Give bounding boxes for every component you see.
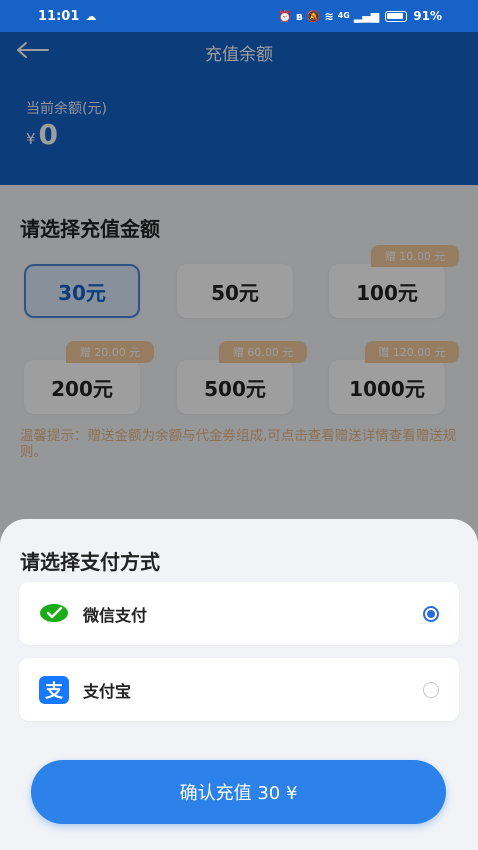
battery-percent: 91%	[413, 9, 442, 23]
status-bar: 11:01 ☁ ⏰ ʙ 🔕 ≋ 4G ▂▄▆ 91%	[0, 0, 478, 32]
payment-method-sheet: 请选择支付方式 微信支付 支 支付宝 确认充值 30 ¥	[0, 519, 478, 850]
alipay-icon: 支	[39, 675, 69, 705]
radio-selected[interactable]	[423, 605, 439, 622]
payment-option-label: 支付宝	[83, 681, 132, 701]
wechat-pay-icon	[39, 599, 69, 629]
battery-icon	[385, 10, 408, 22]
svg-text:支: 支	[44, 680, 64, 702]
wifi-icon: ≋	[324, 9, 334, 23]
payment-option-label: 微信支付	[83, 605, 148, 625]
confirm-recharge-button[interactable]: 确认充值 30 ¥	[31, 760, 446, 824]
status-time: 11:01	[38, 8, 80, 24]
payment-sheet-title: 请选择支付方式	[20, 550, 160, 574]
alarm-icon: ⏰	[278, 9, 292, 23]
radio-unselected[interactable]	[423, 681, 439, 698]
network-type-label: 4G	[337, 11, 350, 20]
chat-bubble-icon: ☁	[85, 9, 97, 23]
bluetooth-icon: ʙ	[295, 9, 303, 23]
signal-icon: ▂▄▆	[353, 9, 380, 23]
payment-option-alipay[interactable]: 支 支付宝	[19, 658, 459, 721]
mute-icon: 🔕	[306, 9, 321, 23]
payment-option-wechat[interactable]: 微信支付	[19, 582, 459, 645]
